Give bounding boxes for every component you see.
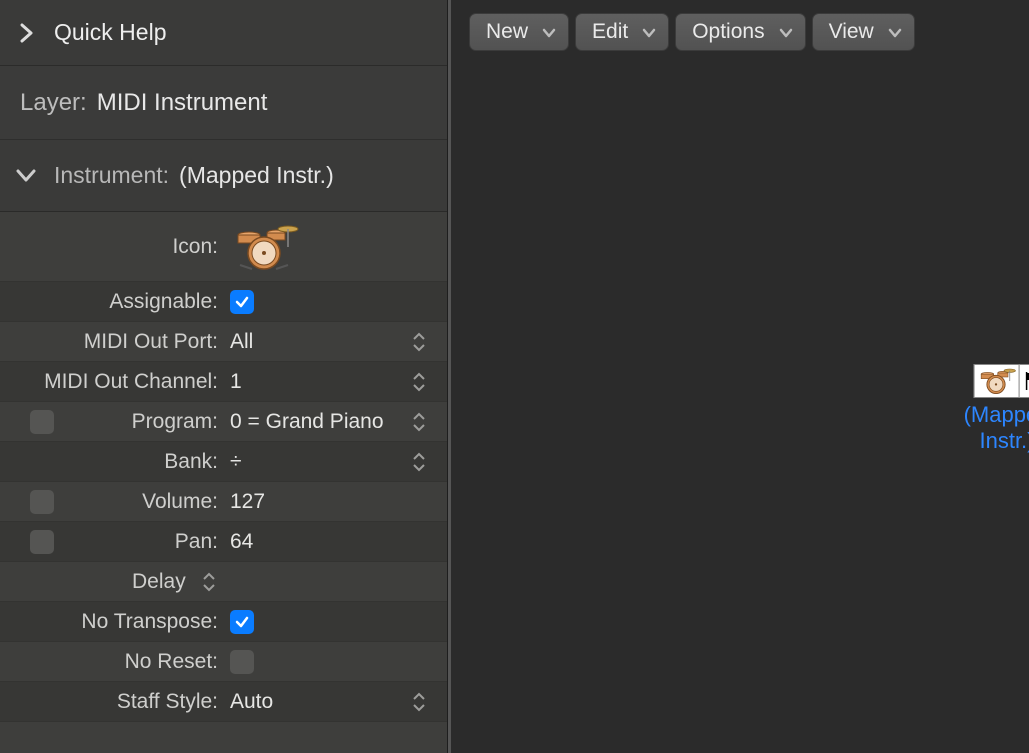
properties-list: Icon: [0, 212, 447, 753]
prop-no-reset-row: No Reset: [0, 642, 447, 682]
prop-bank-row: Bank: ÷ [0, 442, 447, 482]
pan-checkbox[interactable] [30, 530, 54, 554]
chevron-down-icon [779, 20, 793, 44]
environment-canvas[interactable]: (Mapped Instr.) [451, 64, 1029, 753]
program-value: 0 = Grand Piano [230, 410, 384, 434]
stepper-icon [202, 571, 216, 593]
midi-out-port-value: All [230, 330, 253, 354]
no-transpose-checkbox[interactable] [230, 610, 254, 634]
instrument-value: (Mapped Instr.) [179, 162, 334, 189]
prop-midi-port-row: MIDI Out Port: All [0, 322, 447, 362]
bank-value: ÷ [230, 450, 242, 474]
pan-field[interactable]: 64 [226, 522, 437, 561]
stepper-icon [411, 330, 427, 354]
node-icons [964, 364, 1029, 398]
new-menu[interactable]: New [469, 13, 569, 51]
new-menu-label: New [486, 20, 528, 44]
midi-out-channel-select[interactable]: 1 [226, 362, 437, 401]
staff-style-select[interactable]: Auto [226, 682, 437, 721]
chevron-down-icon [542, 20, 556, 44]
pan-value: 64 [230, 530, 253, 554]
stepper-icon [411, 410, 427, 434]
prop-no-transpose-row: No Transpose: [0, 602, 447, 642]
program-checkbox[interactable] [30, 410, 54, 434]
quick-help-header[interactable]: Quick Help [0, 0, 447, 66]
prop-staff-style-row: Staff Style: Auto [0, 682, 447, 722]
options-menu[interactable]: Options [675, 13, 805, 51]
prop-no-transpose-label: No Transpose: [0, 610, 226, 634]
midi-out-channel-value: 1 [230, 370, 242, 394]
chevron-down-icon [888, 20, 902, 44]
prop-icon-value[interactable] [226, 212, 437, 281]
view-menu-label: View [829, 20, 874, 44]
prop-midi-port-label: MIDI Out Port: [0, 330, 226, 354]
instrument-label: Instrument: [54, 162, 169, 189]
prop-delay-row[interactable]: Delay [0, 562, 447, 602]
options-menu-label: Options [692, 20, 764, 44]
inspector-panel: Quick Help Layer: MIDI Instrument Instru… [0, 0, 448, 753]
stepper-icon [411, 690, 427, 714]
drumkit-icon [974, 364, 1020, 398]
assignable-checkbox[interactable] [230, 290, 254, 314]
edit-menu-label: Edit [592, 20, 628, 44]
toolbar: New Edit Options View [451, 0, 1029, 64]
chevron-right-icon [16, 23, 36, 43]
quick-help-title: Quick Help [54, 19, 166, 46]
staff-style-value: Auto [230, 690, 273, 714]
prop-bank-label: Bank: [0, 450, 226, 474]
flag-icon [1020, 364, 1029, 398]
chevron-down-icon [642, 20, 656, 44]
volume-field[interactable]: 127 [226, 482, 437, 521]
prop-assignable-row: Assignable: [0, 282, 447, 322]
stepper-icon [411, 370, 427, 394]
midi-out-port-select[interactable]: All [226, 322, 437, 361]
prop-midi-channel-row: MIDI Out Channel: 1 [0, 362, 447, 402]
volume-value: 127 [230, 490, 265, 514]
prop-assignable-label: Assignable: [0, 290, 226, 314]
stepper-icon [411, 450, 427, 474]
prop-pan-row: Pan: 64 [0, 522, 447, 562]
node-label: (Mapped Instr.) [964, 402, 1029, 454]
layer-value: MIDI Instrument [97, 89, 268, 117]
drumkit-icon [230, 223, 300, 271]
volume-checkbox[interactable] [30, 490, 54, 514]
prop-volume-row: Volume: 127 [0, 482, 447, 522]
prop-no-reset-label: No Reset: [0, 650, 226, 674]
prop-delay-label: Delay [0, 570, 194, 594]
chevron-down-icon [16, 169, 36, 182]
prop-staff-style-label: Staff Style: [0, 690, 226, 714]
prop-icon-row: Icon: [0, 212, 447, 282]
bank-select[interactable]: ÷ [226, 442, 437, 481]
prop-midi-channel-label: MIDI Out Channel: [0, 370, 226, 394]
edit-menu[interactable]: Edit [575, 13, 669, 51]
environment-panel: New Edit Options View [448, 0, 1029, 753]
layer-label: Layer: [20, 89, 87, 117]
prop-icon-label: Icon: [0, 235, 226, 259]
program-select[interactable]: 0 = Grand Piano [226, 402, 437, 441]
view-menu[interactable]: View [812, 13, 915, 51]
no-reset-checkbox[interactable] [230, 650, 254, 674]
layer-row: Layer: MIDI Instrument [0, 66, 447, 140]
prop-program-row: Program: 0 = Grand Piano [0, 402, 447, 442]
instrument-row[interactable]: Instrument: (Mapped Instr.) [0, 140, 447, 212]
mapped-instrument-node[interactable]: (Mapped Instr.) [964, 364, 1029, 454]
